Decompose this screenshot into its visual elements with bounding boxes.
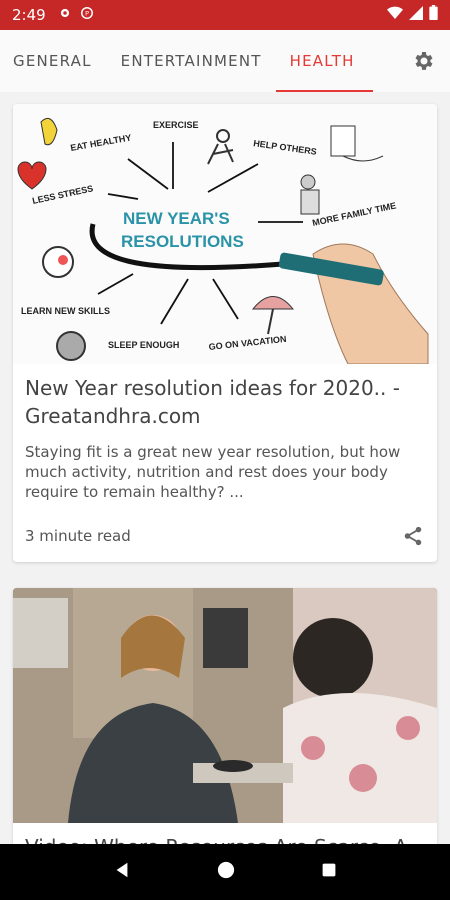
- status-time: 2:49: [12, 6, 46, 24]
- resolutions-illustration: NEW YEAR'S RESOLUTIONS EAT HEALTHY EXERC…: [13, 104, 437, 364]
- news-feed[interactable]: NEW YEAR'S RESOLUTIONS EAT HEALTHY EXERC…: [0, 92, 450, 844]
- wifi-icon: [387, 6, 403, 25]
- read-time: 3 minute read: [25, 527, 131, 545]
- back-button[interactable]: [113, 861, 131, 884]
- system-navigation-bar: [0, 844, 450, 900]
- tab-health[interactable]: HEALTH: [275, 30, 373, 92]
- recents-icon: [322, 863, 336, 876]
- back-icon: [116, 862, 128, 877]
- article-image[interactable]: [13, 588, 437, 823]
- top-tab-bar: GENERAL ENTERTAINMENT HEALTH: [0, 30, 450, 92]
- home-button[interactable]: [217, 861, 235, 884]
- doctor-photo: [13, 588, 437, 823]
- signal-icon: [409, 5, 423, 25]
- article-card[interactable]: Video: Where Resources Are Scarce, A: [13, 588, 437, 844]
- svg-text:P: P: [85, 9, 89, 17]
- battery-icon: [429, 5, 438, 25]
- settings-button[interactable]: [410, 48, 436, 74]
- share-icon: [404, 526, 422, 546]
- article-image[interactable]: NEW YEAR'S RESOLUTIONS EAT HEALTHY EXERC…: [13, 104, 437, 364]
- image-label: SLEEP ENOUGH: [108, 340, 179, 350]
- share-button[interactable]: [401, 524, 425, 548]
- article-title[interactable]: New Year resolution ideas for 2020.. - G…: [25, 374, 425, 430]
- image-headline-2: RESOLUTIONS: [121, 232, 244, 251]
- article-title[interactable]: Video: Where Resources Are Scarce, A: [13, 823, 437, 844]
- status-bar: 2:49 P: [0, 0, 450, 30]
- article-card[interactable]: NEW YEAR'S RESOLUTIONS EAT HEALTHY EXERC…: [13, 104, 437, 562]
- data-saver-icon: P: [80, 6, 94, 25]
- settings-notification-icon: [58, 6, 72, 25]
- home-icon: [217, 861, 235, 878]
- image-label: EXERCISE: [153, 120, 199, 130]
- image-headline-1: NEW YEAR'S: [123, 209, 230, 228]
- tab-general[interactable]: GENERAL: [0, 30, 106, 92]
- article-description: Staying fit is a great new year resoluti…: [25, 443, 401, 501]
- recents-button[interactable]: [321, 862, 337, 883]
- gear-icon: [415, 52, 433, 70]
- image-label: LEARN NEW SKILLS: [21, 306, 110, 316]
- tab-entertainment[interactable]: ENTERTAINMENT: [106, 30, 276, 92]
